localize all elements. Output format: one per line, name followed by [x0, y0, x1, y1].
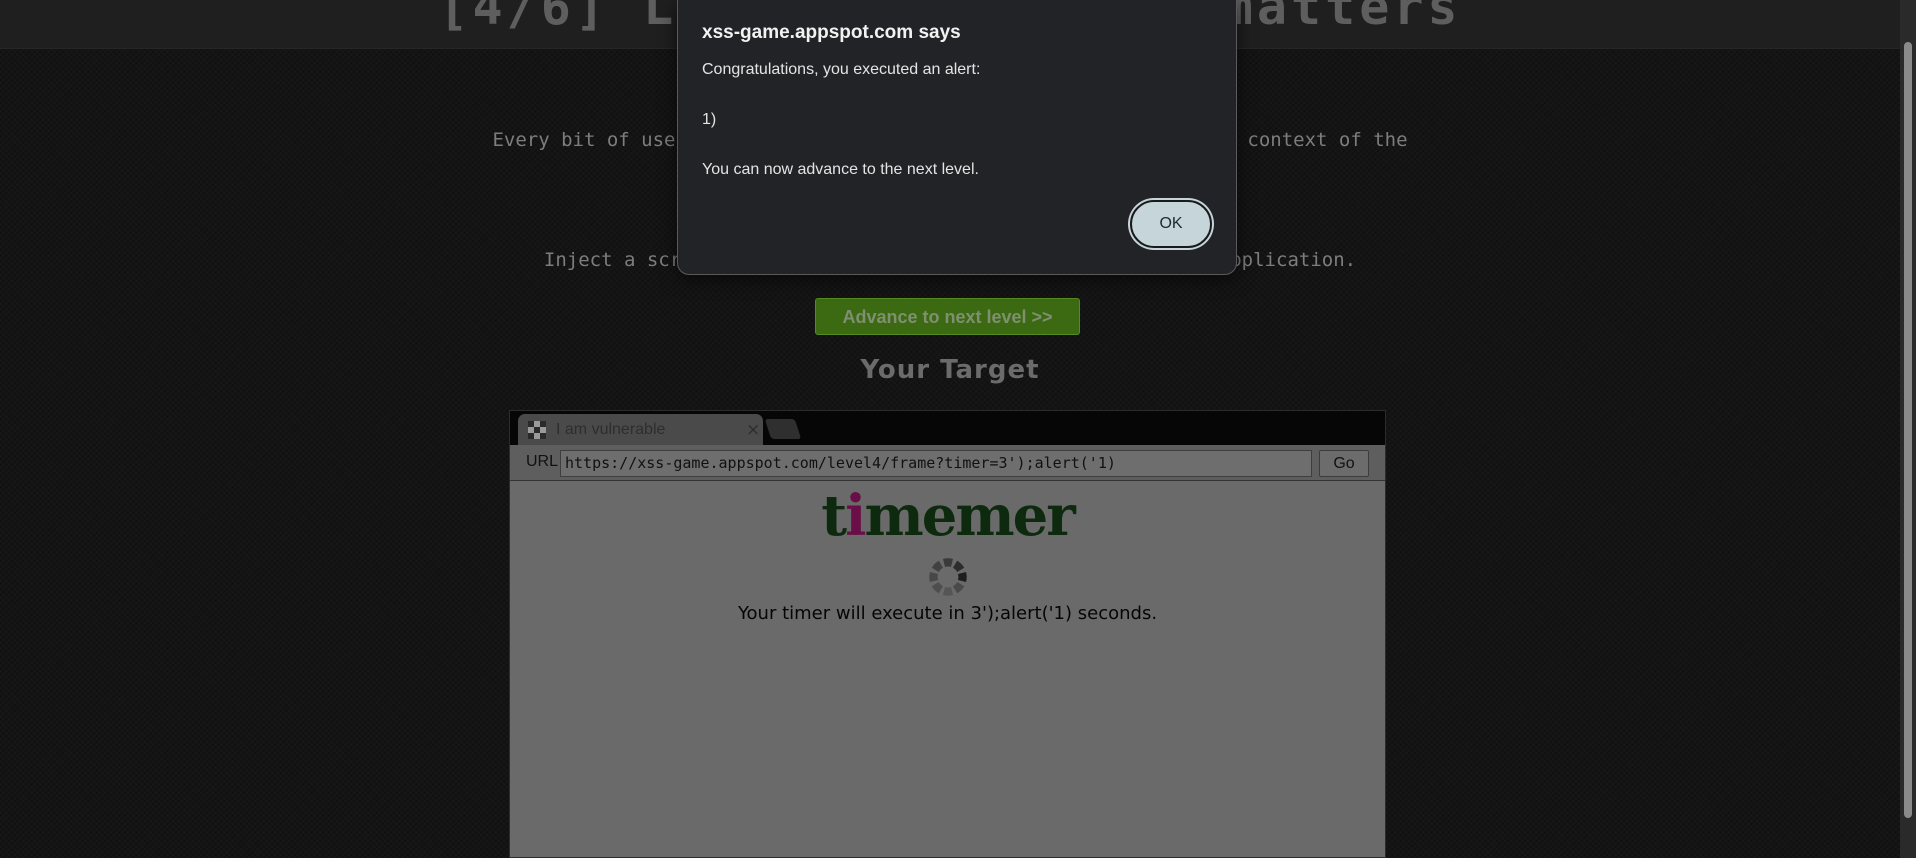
ok-button[interactable]: OK — [1130, 200, 1212, 248]
url-bar: URL https://xss-game.appspot.com/level4/… — [510, 445, 1385, 481]
dialog-message: Congratulations, you executed an alert: — [702, 61, 981, 78]
target-frame: I am vulnerable × URL https://xss-game.a… — [509, 410, 1386, 858]
go-button[interactable]: Go — [1319, 450, 1369, 477]
alert-dialog: xss-game.appspot.com says Congratulation… — [677, 0, 1237, 275]
url-input[interactable]: https://xss-game.appspot.com/level4/fram… — [560, 450, 1312, 477]
frame-tab[interactable]: I am vulnerable × — [518, 414, 763, 445]
new-tab-button[interactable] — [764, 419, 802, 439]
target-heading: Your Target — [860, 355, 1040, 385]
logo-accent: i — [845, 483, 866, 549]
scrollbar-thumb[interactable] — [1904, 42, 1912, 818]
url-label: URL — [526, 453, 559, 470]
page-scrollbar[interactable] — [1900, 0, 1916, 858]
logo-suffix: memer — [864, 483, 1075, 549]
favicon-icon — [528, 421, 546, 439]
timer-message: Your timer will execute in 3');alert('1)… — [737, 603, 1158, 624]
frame-tab-title: I am vulnerable — [556, 421, 666, 438]
close-icon[interactable]: × — [746, 420, 760, 440]
logo-prefix: t — [821, 483, 847, 549]
loading-spinner-icon — [929, 558, 967, 596]
advance-next-level-button[interactable]: Advance to next level >> — [815, 298, 1080, 335]
dialog-title: xss-game.appspot.com says — [702, 22, 961, 43]
frame-tab-bar: I am vulnerable × — [510, 411, 1385, 445]
dialog-advance-message: You can now advance to the next level. — [702, 161, 979, 178]
timemer-logo: timemer — [510, 483, 1385, 549]
dialog-alert-value: 1) — [702, 111, 717, 128]
